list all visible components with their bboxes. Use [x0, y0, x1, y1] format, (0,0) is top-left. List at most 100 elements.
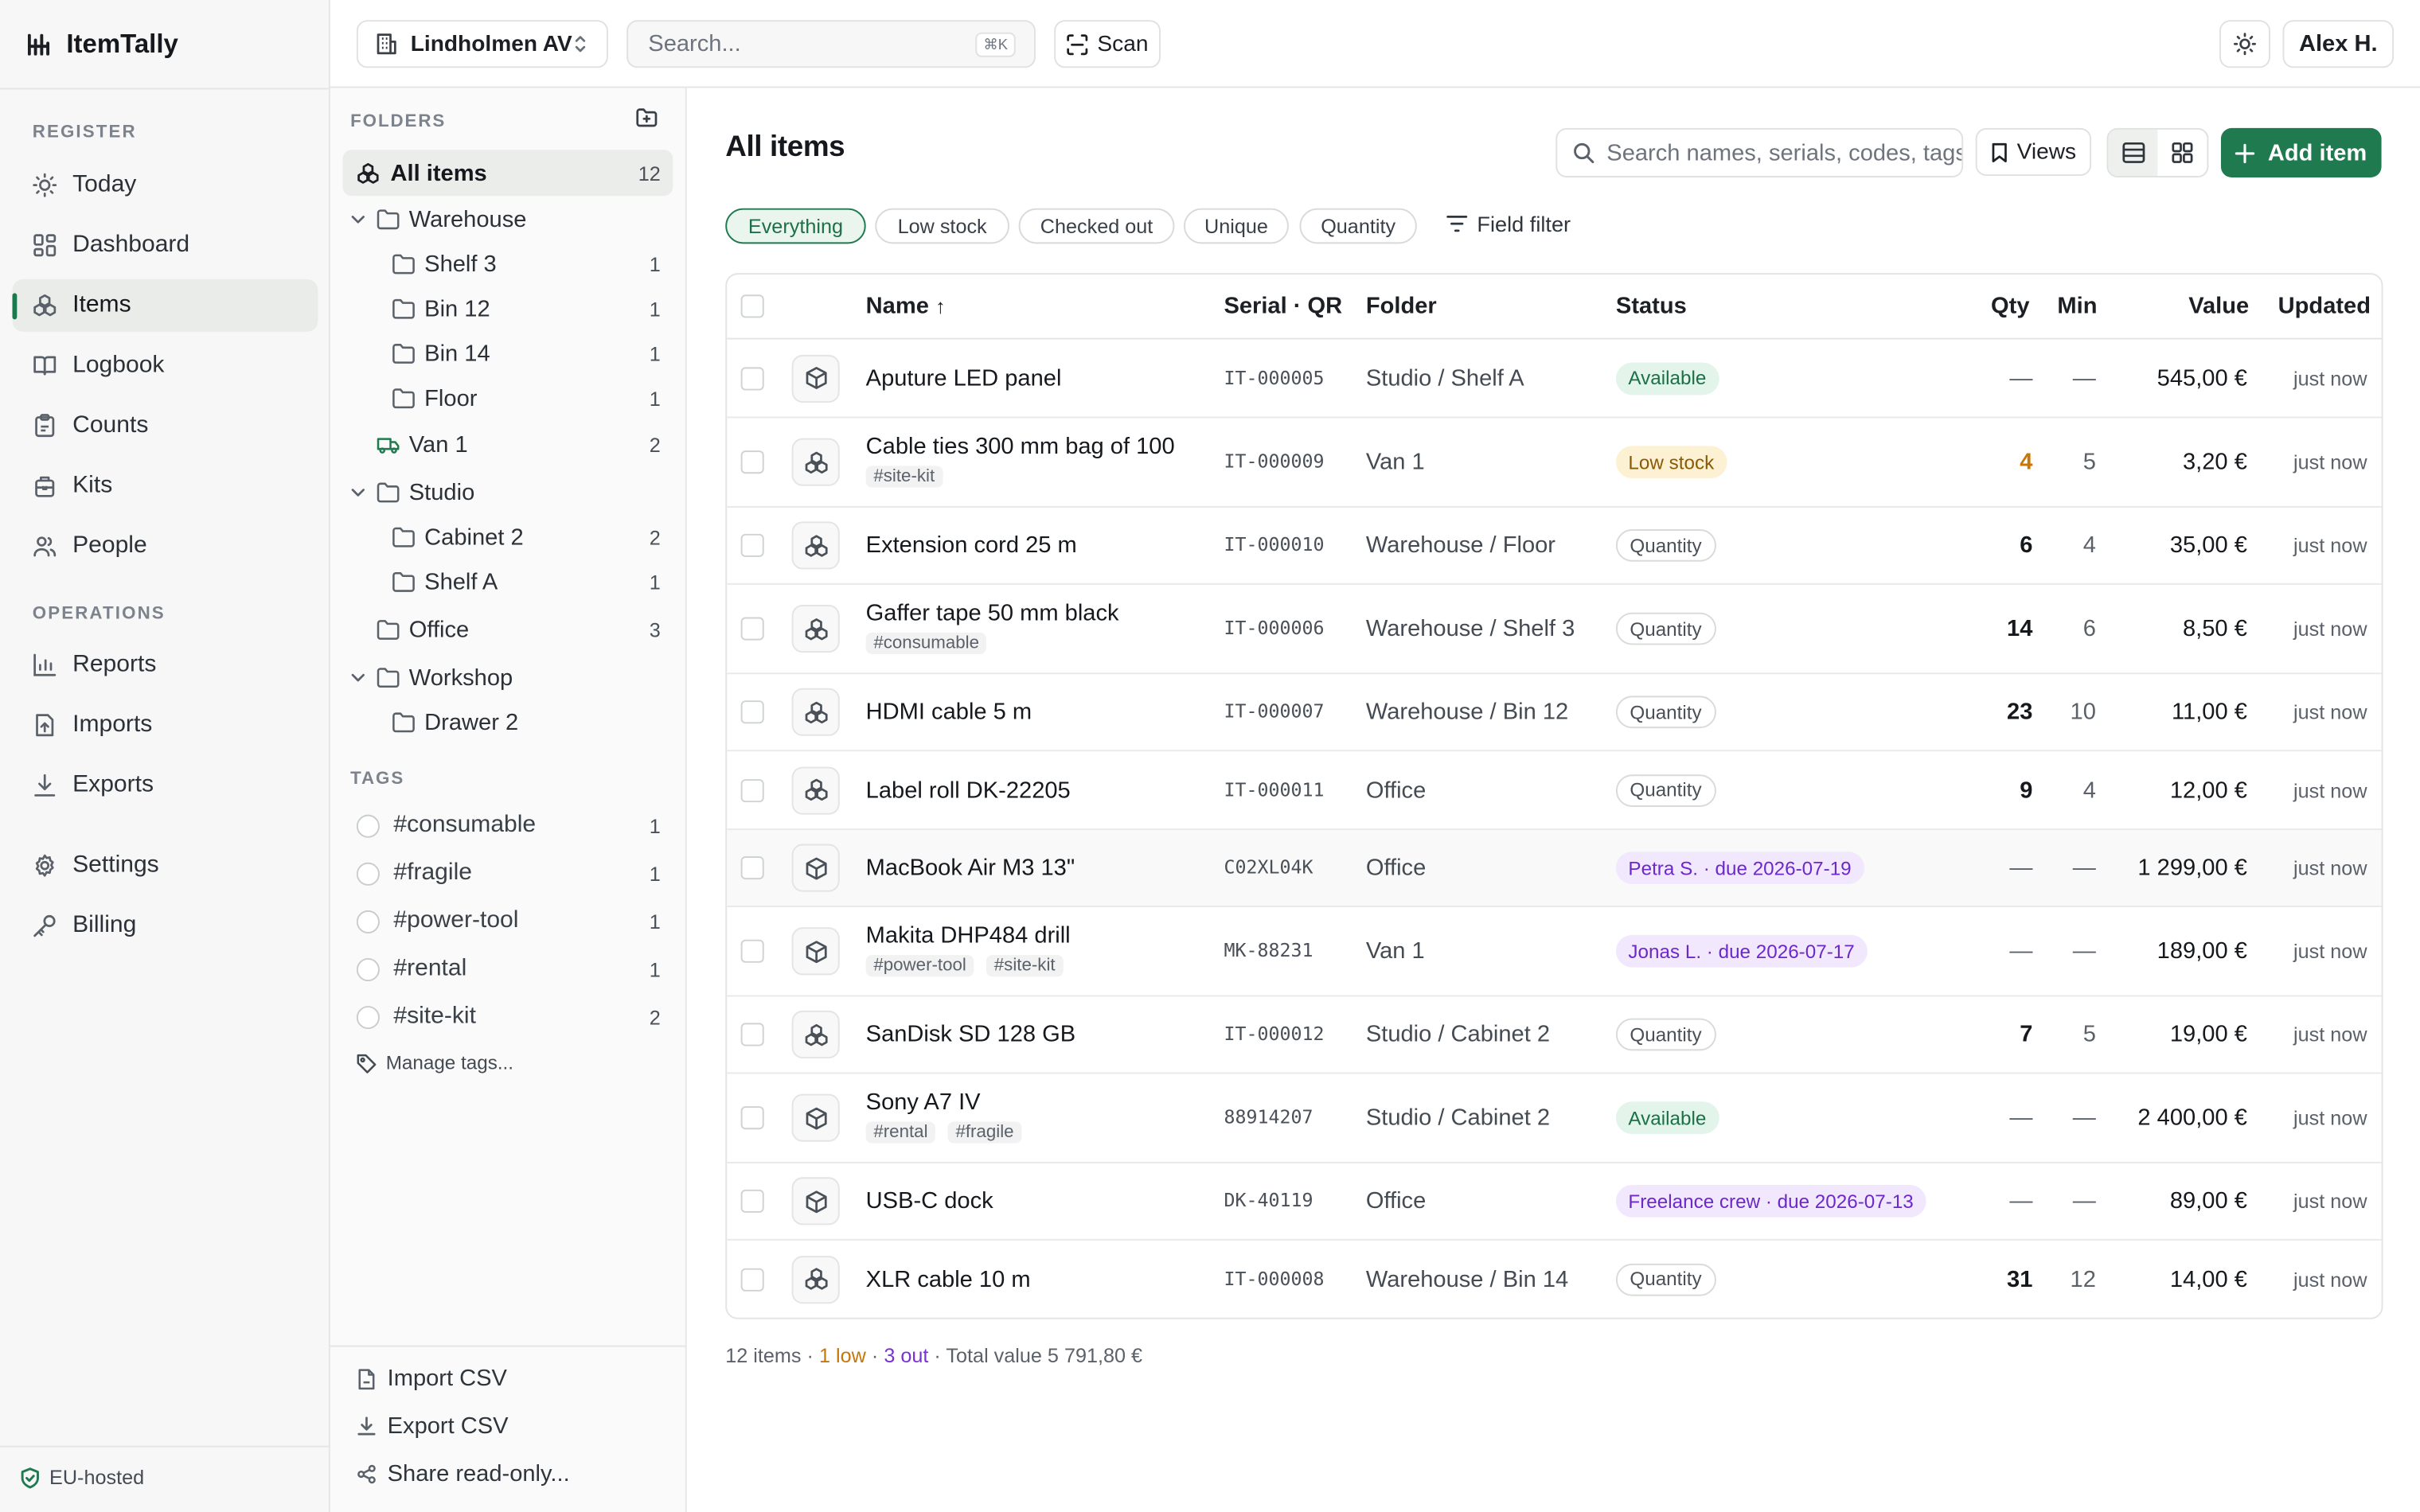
select-all-checkbox[interactable]	[740, 294, 764, 318]
table-row[interactable]: HDMI cable 5 m IT-000007 Warehouse / Bin 1…	[727, 674, 2382, 752]
table-row[interactable]: MacBook Air M3 13" C02XL04K Office Petra S.…	[727, 830, 2382, 908]
tag-checkbox[interactable]	[356, 861, 380, 885]
row-checkbox[interactable]	[740, 856, 764, 880]
workspace-switcher[interactable]: Lindholmen AV	[356, 20, 608, 68]
table-view-button[interactable]	[2108, 129, 2158, 177]
tag-checkbox[interactable]	[356, 909, 380, 933]
folder-studio[interactable]: Studio	[349, 470, 661, 513]
table-row[interactable]: Makita DHP484 drill #power-tool #site-kit M…	[727, 907, 2382, 997]
filter-chip-quantity[interactable]: Quantity	[1299, 208, 1417, 244]
column-header-status[interactable]: Status	[1616, 293, 1687, 319]
add-item-button[interactable]: Add item	[2220, 127, 2382, 177]
tag-filter-power-tool[interactable]: #power-tool 1	[356, 899, 661, 942]
item-name[interactable]: Extension cord 25 m	[866, 532, 1077, 559]
folder-cabinet-2[interactable]: Cabinet 2 2	[392, 516, 661, 559]
sidebar-item-people[interactable]: People	[13, 520, 318, 572]
filter-chip-low-stock[interactable]: Low stock	[875, 208, 1009, 244]
row-checkbox[interactable]	[740, 617, 764, 641]
column-header-value[interactable]: Value	[2188, 293, 2249, 319]
item-search-input[interactable]: Search names, serials, codes, tags	[1555, 127, 1964, 177]
table-row[interactable]: Extension cord 25 m IT-000010 Warehouse / …	[727, 508, 2382, 585]
tag-badge[interactable]: #site-kit	[986, 955, 1064, 977]
sidebar-item-logbook[interactable]: Logbook	[13, 340, 318, 392]
row-checkbox[interactable]	[740, 1023, 764, 1046]
row-checkbox[interactable]	[740, 450, 764, 474]
import-csv-link[interactable]: Import CSV	[357, 1366, 507, 1392]
filter-chip-unique[interactable]: Unique	[1184, 208, 1289, 244]
tag-checkbox[interactable]	[356, 813, 380, 837]
chevron-down-icon[interactable]	[349, 668, 367, 687]
table-row[interactable]: Sony A7 IV #rental #fragile 88914207 Studio …	[727, 1074, 2382, 1163]
theme-toggle-button[interactable]	[2219, 20, 2270, 68]
item-name[interactable]: Sony A7 IV	[866, 1089, 1022, 1116]
folder-shelf-3[interactable]: Shelf 3 1	[392, 242, 661, 285]
folder-van-1[interactable]: Van 1 2	[349, 423, 661, 466]
column-header-qty[interactable]: Qty	[1991, 293, 2030, 319]
row-checkbox[interactable]	[740, 700, 764, 724]
row-checkbox[interactable]	[740, 533, 764, 557]
table-row[interactable]: USB-C dock DK-40119 Office Freelance crew ·…	[727, 1163, 2382, 1241]
sidebar-item-exports[interactable]: Exports	[13, 759, 318, 812]
global-search-input[interactable]: Search... ⌘K	[626, 20, 1036, 68]
item-name[interactable]: SanDisk SD 128 GB	[866, 1021, 1075, 1047]
folder-drawer-2[interactable]: Drawer 2	[392, 700, 660, 743]
item-name[interactable]: XLR cable 10 m	[866, 1266, 1031, 1292]
sidebar-item-reports[interactable]: Reports	[13, 639, 318, 692]
column-header-folder[interactable]: Folder	[1366, 293, 1437, 319]
item-name[interactable]: Cable ties 300 mm bag of 100	[866, 434, 1175, 460]
table-row[interactable]: XLR cable 10 m IT-000008 Warehouse / Bin 1…	[727, 1241, 2381, 1318]
item-name[interactable]: Label roll DK-22205	[866, 777, 1071, 803]
chevron-down-icon[interactable]	[349, 483, 367, 501]
filter-chip-everything[interactable]: Everything	[725, 208, 866, 244]
tag-badge[interactable]: #consumable	[865, 632, 987, 655]
tag-badge[interactable]: #fragile	[947, 1121, 1022, 1144]
column-header-name[interactable]: Name ↑	[866, 293, 946, 319]
sidebar-item-items[interactable]: Items	[12, 279, 318, 332]
table-row[interactable]: Gaffer tape 50 mm black #consumable IT-000…	[727, 585, 2382, 675]
tag-filter-fragile[interactable]: #fragile 1	[356, 851, 661, 894]
grid-view-button[interactable]	[2157, 130, 2207, 176]
column-header-min[interactable]: Min	[2057, 293, 2097, 319]
item-name[interactable]: USB-C dock	[866, 1188, 993, 1214]
scan-button[interactable]: Scan	[1054, 20, 1161, 68]
column-header-updated[interactable]: Updated	[2278, 293, 2371, 319]
item-name[interactable]: HDMI cable 5 m	[866, 699, 1032, 725]
sidebar-item-today[interactable]: Today	[13, 159, 318, 212]
row-checkbox[interactable]	[740, 1267, 764, 1291]
folder-workshop[interactable]: Workshop	[349, 656, 661, 699]
column-header-serial[interactable]: Serial · QR	[1224, 293, 1342, 319]
item-name[interactable]: Aputure LED panel	[866, 365, 1062, 392]
folder-floor[interactable]: Floor 1	[392, 376, 661, 419]
tag-filter-rental[interactable]: #rental 1	[356, 947, 661, 990]
item-name[interactable]: Makita DHP484 drill	[866, 922, 1071, 949]
sidebar-item-dashboard[interactable]: Dashboard	[13, 219, 318, 271]
brand[interactable]: ItemTally	[27, 28, 178, 62]
sidebar-item-billing[interactable]: Billing	[13, 899, 318, 952]
user-menu-button[interactable]: Alex H.	[2282, 20, 2395, 68]
table-row[interactable]: Cable ties 300 mm bag of 100 #site-kit IT-…	[727, 418, 2382, 508]
row-checkbox[interactable]	[740, 939, 764, 963]
share-read-only-link[interactable]: Share read-only...	[357, 1461, 570, 1487]
table-row[interactable]: SanDisk SD 128 GB IT-000012 Studio / Cabin…	[727, 996, 2382, 1074]
table-row[interactable]: Aputure LED panel IT-000005 Studio / Shelf…	[727, 340, 2382, 419]
tag-badge[interactable]: #power-tool	[865, 955, 974, 977]
row-checkbox[interactable]	[740, 1106, 764, 1130]
item-name[interactable]: Gaffer tape 50 mm black	[866, 600, 1119, 626]
folder-shelf-a[interactable]: Shelf A 1	[392, 560, 661, 603]
views-button[interactable]: Views	[1975, 127, 2092, 177]
folder-warehouse[interactable]: Warehouse	[349, 197, 661, 240]
tag-filter-site-kit[interactable]: #site-kit 2	[356, 996, 661, 1039]
tag-filter-consumable[interactable]: #consumable 1	[356, 804, 661, 847]
tag-checkbox[interactable]	[356, 957, 380, 981]
sidebar-item-counts[interactable]: Counts	[13, 399, 318, 452]
folder-office[interactable]: Office 3	[349, 608, 661, 651]
tag-checkbox[interactable]	[356, 1005, 380, 1029]
new-folder-icon[interactable]	[636, 108, 659, 131]
row-checkbox[interactable]	[740, 366, 764, 390]
folder-bin-14[interactable]: Bin 14 1	[392, 332, 661, 375]
tag-badge[interactable]: #rental	[865, 1121, 936, 1144]
sidebar-item-settings[interactable]: Settings	[13, 840, 318, 892]
field-filter-button[interactable]: Field filter	[1446, 212, 1571, 236]
folder-all-items[interactable]: All items 12	[342, 150, 673, 197]
filter-chip-checked-out[interactable]: Checked out	[1018, 208, 1175, 244]
